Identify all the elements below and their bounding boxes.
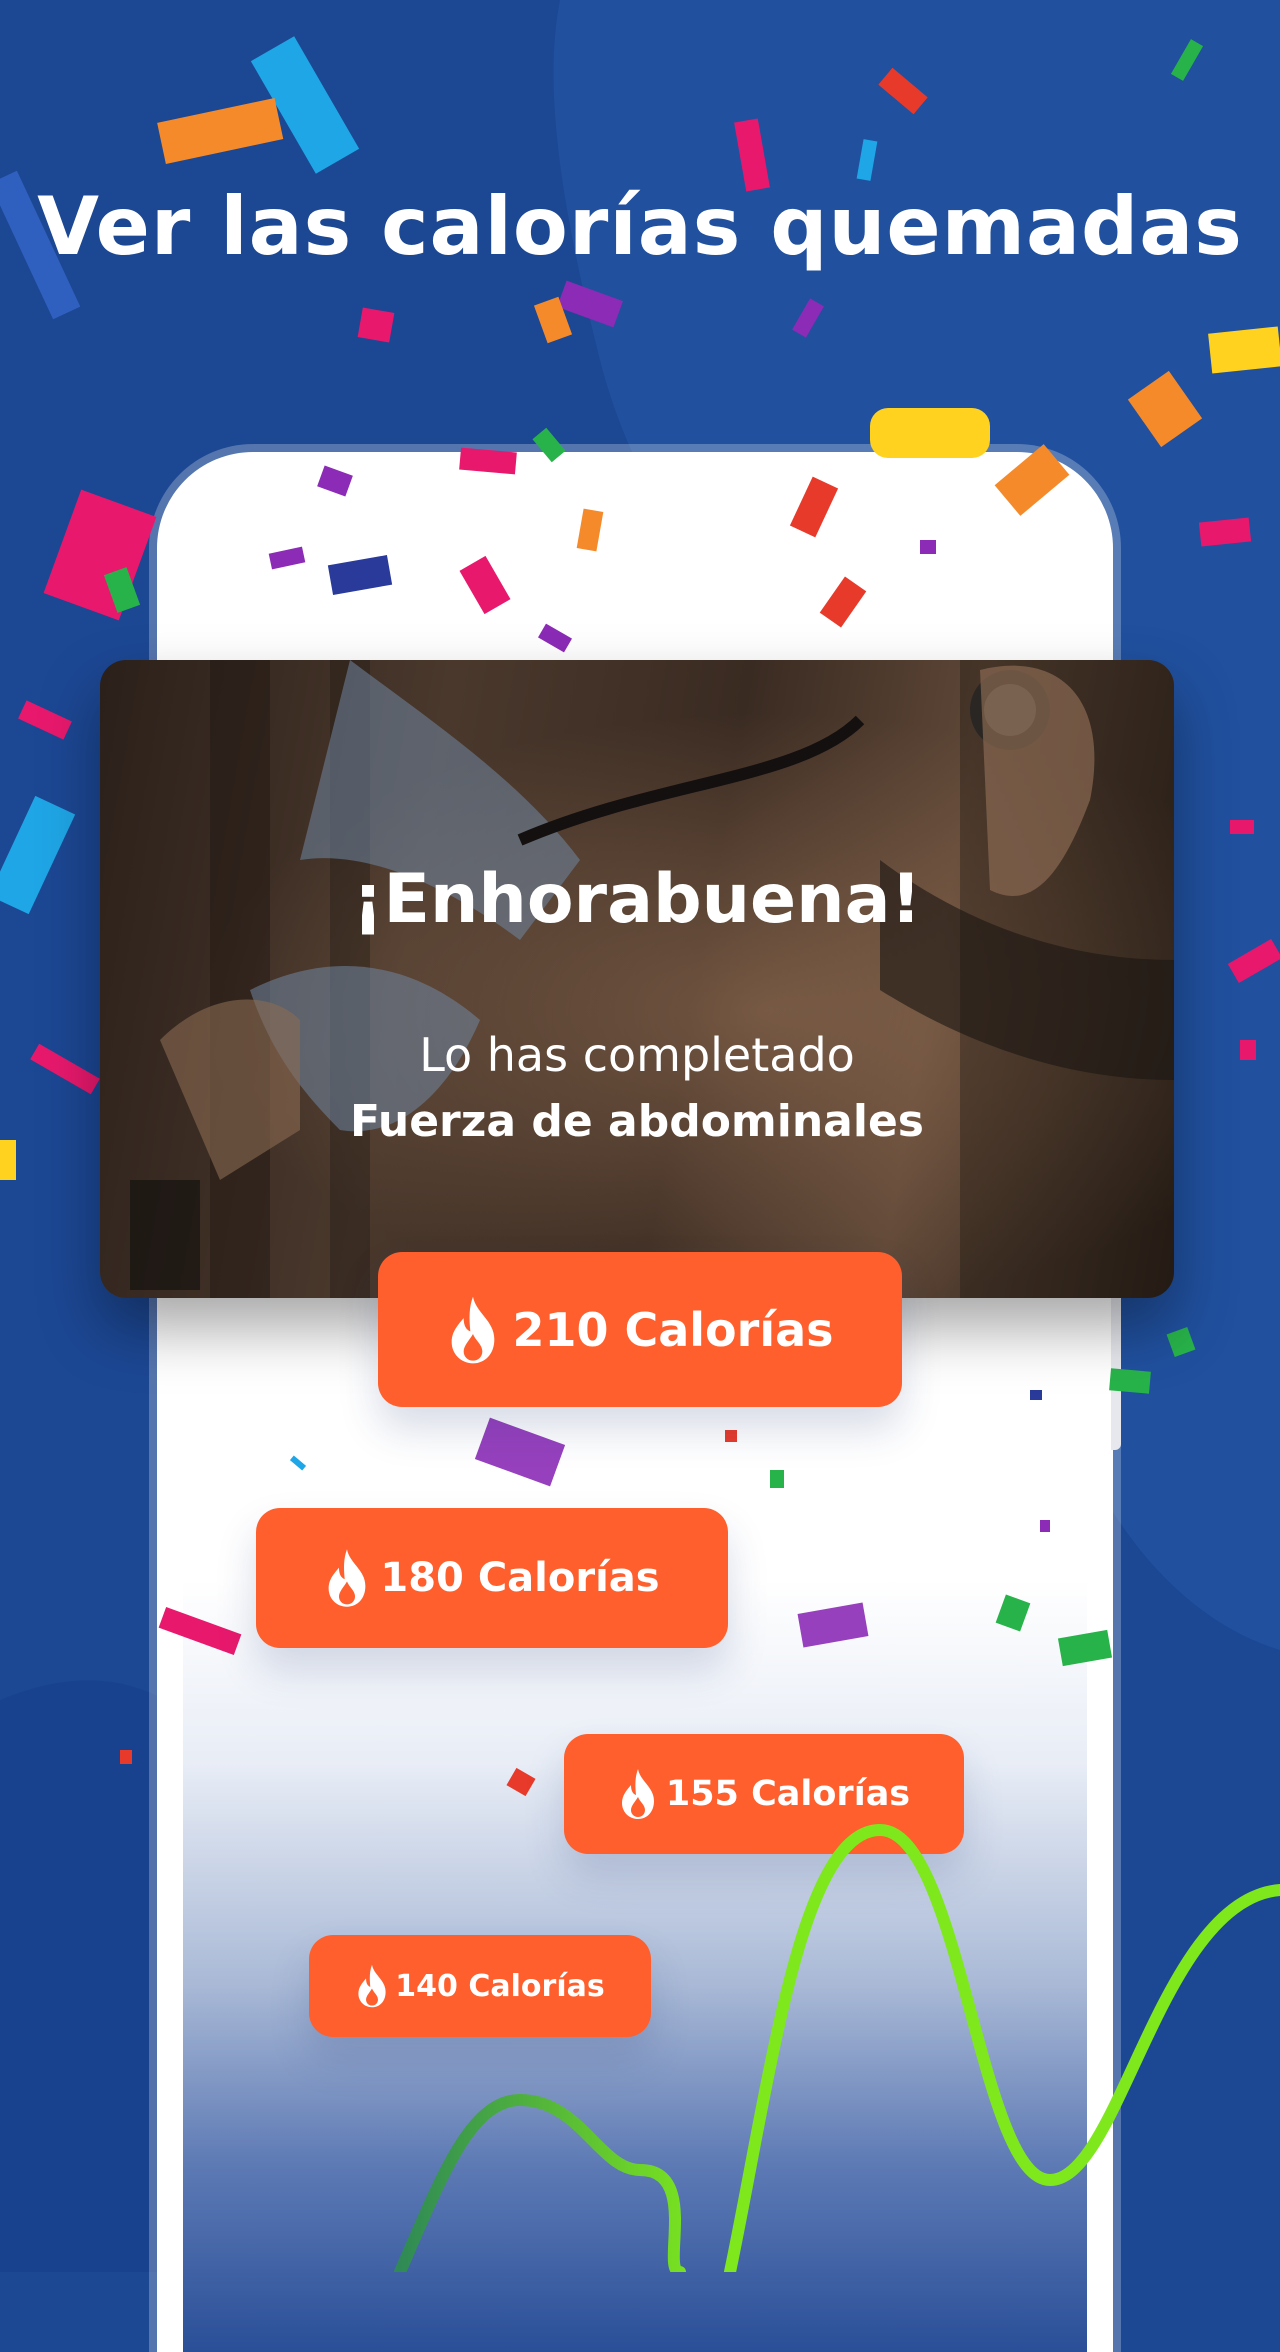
calorie-badge: 210 Calorías: [378, 1252, 902, 1407]
workout-complete-card: ¡Enhorabuena! Lo has completado Fuerza d…: [100, 660, 1174, 1298]
calorie-label: 180 Calorías: [380, 1555, 660, 1601]
flame-icon: [329, 1549, 366, 1607]
headline: Ver las calorías quemadas: [37, 180, 1243, 273]
workout-name: Fuerza de abdominales: [350, 1096, 924, 1147]
calorie-badge: 180 Calorías: [256, 1508, 728, 1648]
activity-wave: [394, 1823, 1280, 2272]
calorie-label: 210 Calorías: [512, 1302, 834, 1357]
flame-icon: [452, 1296, 495, 1363]
workout-photo: [130, 660, 1174, 1298]
completed-text: Lo has completado: [419, 1028, 855, 1082]
congratulations-title: ¡Enhorabuena!: [352, 860, 922, 939]
